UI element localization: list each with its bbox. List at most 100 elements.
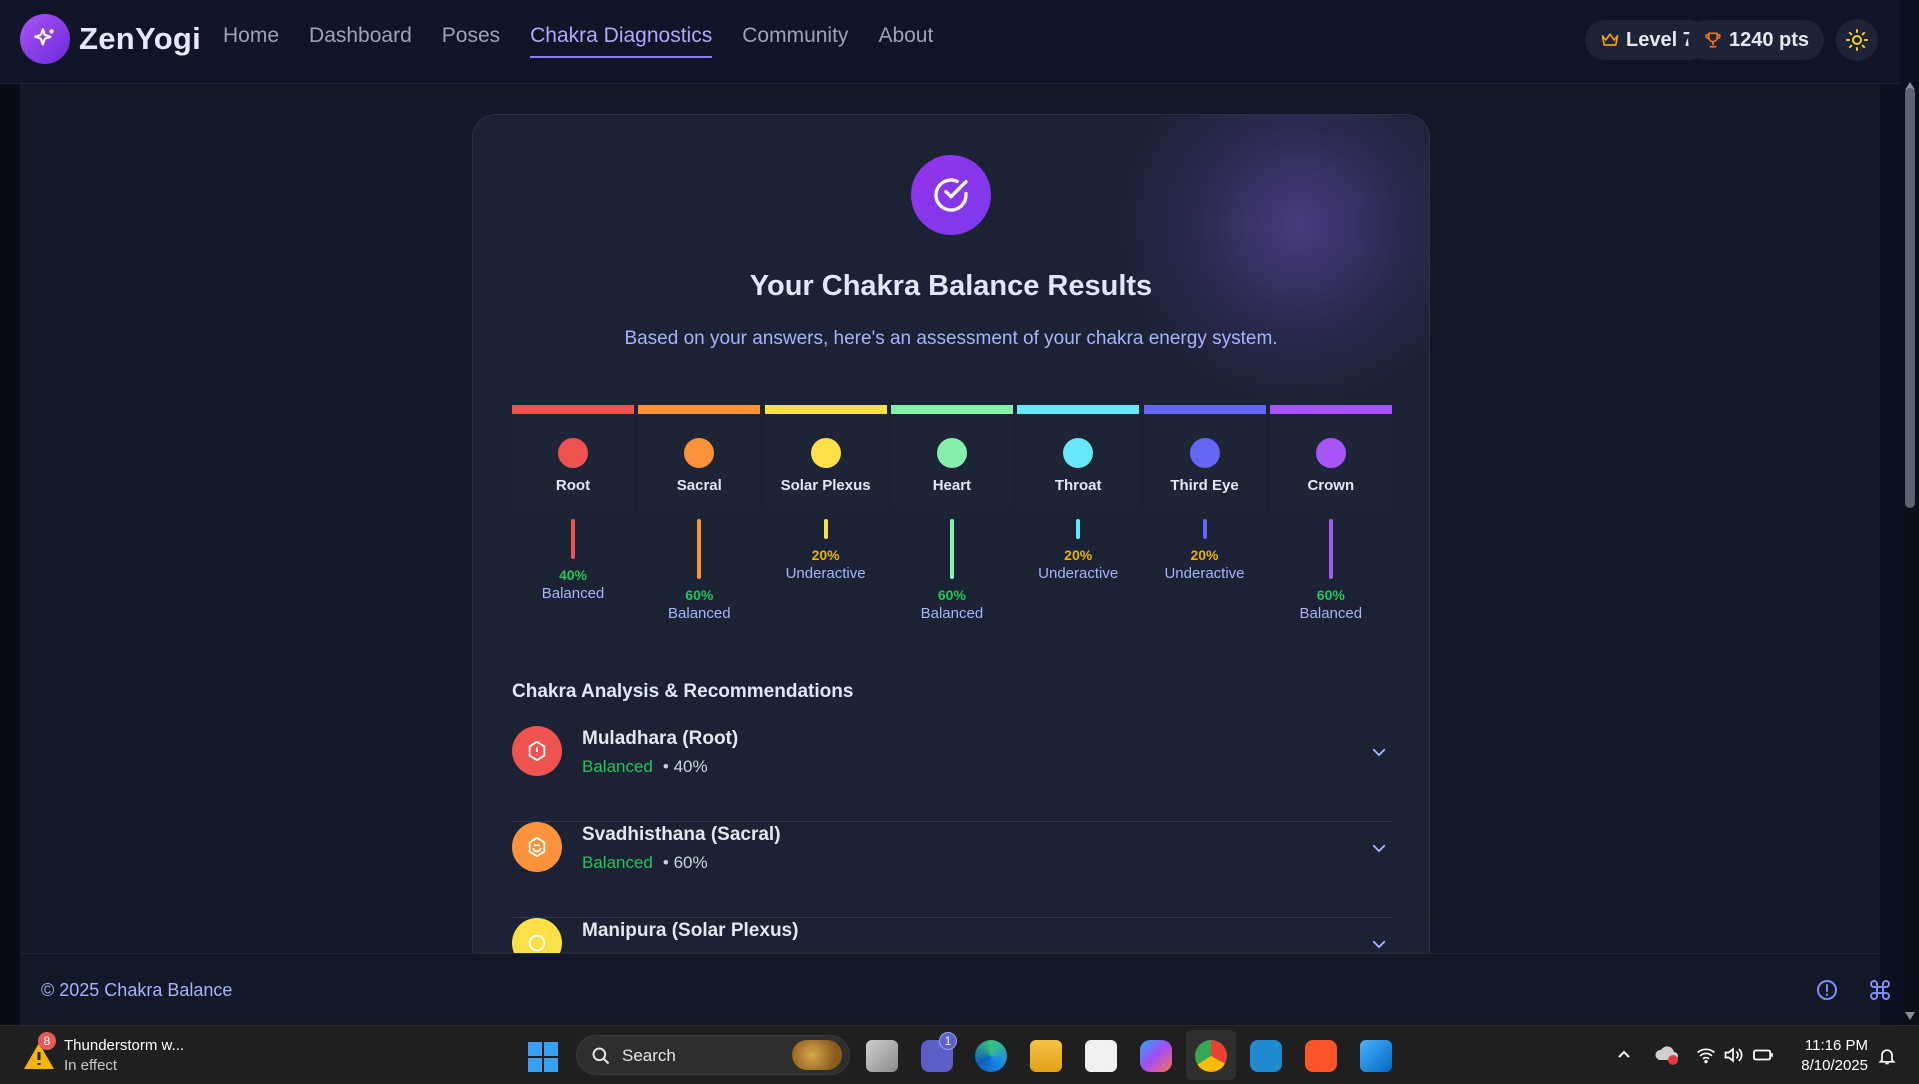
- sparkle-logo-icon[interactable]: [20, 14, 70, 64]
- chakra-percent: 40%: [558, 567, 588, 583]
- analysis-item[interactable]: Svadhisthana (Sacral) Balanced • 60%: [512, 822, 1392, 918]
- chakra-status: Underactive: [785, 565, 866, 582]
- chakra-card[interactable]: Sacral: [638, 414, 761, 510]
- start-button[interactable]: [528, 1042, 558, 1072]
- chevron-up-icon[interactable]: [1616, 1046, 1632, 1062]
- chakra-dot: [558, 438, 588, 468]
- chakra-card[interactable]: Crown: [1269, 414, 1392, 510]
- nav-item-poses[interactable]: Poses: [442, 24, 500, 58]
- chakra-color-bar: [1143, 405, 1266, 414]
- chakra-level-bar: [571, 519, 575, 559]
- chakra-dot: [936, 438, 967, 468]
- nav-item-home[interactable]: Home: [223, 24, 279, 58]
- chakra-color-bar: [512, 405, 634, 414]
- chevron-down-icon[interactable]: [1370, 935, 1388, 953]
- volume-icon[interactable]: [1723, 1046, 1743, 1064]
- chakra-card[interactable]: Root: [512, 414, 634, 510]
- analysis-item-percent: • 40%: [662, 757, 708, 776]
- chakra-status: Balanced: [668, 605, 731, 622]
- analysis-item[interactable]: Muladhara (Root) Balanced • 40%: [512, 726, 1392, 822]
- windows-taskbar: 8 Thunderstorm w... In effect Search 1 1…: [0, 1025, 1919, 1084]
- command-icon[interactable]: [1868, 978, 1892, 1002]
- theme-toggle-button[interactable]: [1836, 19, 1878, 61]
- chevron-down-icon[interactable]: [1370, 839, 1388, 857]
- chakra-dot: [1315, 438, 1346, 468]
- search-icon: [592, 1047, 610, 1065]
- points-badge[interactable]: 1240 pts: [1688, 20, 1825, 60]
- chakra-percent: 60%: [937, 587, 966, 603]
- brave-icon[interactable]: [1305, 1040, 1337, 1072]
- nav-item-dashboard[interactable]: Dashboard: [309, 24, 412, 58]
- chakra-color-bar: [638, 405, 761, 414]
- chevron-down-icon[interactable]: [1370, 743, 1388, 761]
- nav-item-chakra-diagnostics[interactable]: Chakra Diagnostics: [530, 24, 713, 58]
- chakra-level-bar: [823, 519, 828, 539]
- chakra-name: Crown: [1307, 477, 1355, 494]
- analysis-item-percent: • 60%: [662, 853, 708, 872]
- chakra-card[interactable]: Third Eye: [1143, 414, 1266, 510]
- clock-time: 11:16 PM: [1804, 1037, 1868, 1054]
- chakra-level-bar: [949, 519, 954, 579]
- chakra-column-root: Root 40% Balanced: [512, 405, 634, 645]
- chakra-status: Balanced: [1299, 605, 1363, 622]
- brand-name[interactable]: ZenYogi: [79, 21, 201, 57]
- store-icon[interactable]: [1085, 1040, 1117, 1072]
- chakra-card[interactable]: Solar Plexus: [764, 414, 887, 510]
- check-circle-icon: [911, 155, 991, 235]
- wifi-icon[interactable]: [1696, 1046, 1716, 1064]
- clock[interactable]: 11:16 PM 8/10/2025: [1790, 1036, 1868, 1076]
- task-view-icon[interactable]: [866, 1040, 898, 1072]
- chakra-overview: Root 40% Balanced Sacral 60% Balanced So…: [512, 405, 1392, 645]
- chakra-percent: 20%: [1190, 547, 1219, 563]
- photos-icon[interactable]: [1360, 1040, 1392, 1072]
- weather-title: Thunderstorm w...: [64, 1037, 185, 1054]
- chakra-name: Solar Plexus: [780, 477, 871, 494]
- chakra-card[interactable]: Throat: [1017, 414, 1140, 510]
- chakra-color-bar: [1017, 405, 1140, 414]
- chakra-level-bar: [1328, 519, 1333, 579]
- scrollbar-thumb[interactable]: [1905, 88, 1915, 508]
- analysis-item-name: Muladhara (Root): [582, 728, 739, 749]
- chakra-level-bar: [1202, 519, 1207, 539]
- sacral-chakra-icon: [512, 822, 562, 872]
- weather-subtitle: In effect: [64, 1057, 118, 1074]
- copilot-icon[interactable]: [1140, 1040, 1172, 1072]
- nav-item-community[interactable]: Community: [742, 24, 848, 58]
- crown-icon: [1601, 33, 1619, 46]
- footer: © 2025 Chakra Balance: [20, 953, 1890, 1025]
- teams-icon[interactable]: 1: [921, 1032, 957, 1072]
- onedrive-icon[interactable]: [1654, 1044, 1680, 1066]
- chrome-active-tab[interactable]: [1186, 1030, 1236, 1080]
- chakra-column-sacral: Sacral 60% Balanced: [638, 405, 761, 645]
- file-explorer-icon[interactable]: [1030, 1040, 1062, 1072]
- analysis-item[interactable]: Manipura (Solar Plexus): [512, 918, 1392, 953]
- chakra-color-bar: [764, 405, 887, 414]
- vscode-icon[interactable]: [1250, 1040, 1282, 1072]
- chakra-dot: [684, 438, 715, 468]
- chakra-status: Underactive: [1038, 565, 1119, 582]
- info-icon[interactable]: [1815, 978, 1839, 1002]
- chakra-name: Throat: [1054, 477, 1102, 494]
- solar-plexus-chakra-icon: [512, 918, 562, 953]
- chakra-percent: 60%: [685, 587, 714, 603]
- taskbar-search[interactable]: Search: [576, 1035, 850, 1075]
- notifications-icon[interactable]: [1877, 1046, 1897, 1066]
- page-scrollbar[interactable]: [1900, 82, 1919, 1025]
- teams-badge: 1: [939, 1032, 957, 1050]
- top-navbar: ZenYogi Home Dashboard Poses Chakra Diagnos…: [0, 0, 1900, 84]
- copyright-text: © 2025 Chakra Balance: [41, 980, 233, 1000]
- chakra-card[interactable]: Heart: [890, 414, 1013, 510]
- nav-item-about[interactable]: About: [878, 24, 933, 58]
- search-placeholder: Search: [622, 1046, 676, 1065]
- clock-date: 8/10/2025: [1801, 1057, 1868, 1074]
- chakra-dot: [1189, 438, 1220, 468]
- edge-icon[interactable]: [975, 1040, 1007, 1072]
- chakra-percent: 20%: [811, 547, 840, 563]
- scroll-down-icon[interactable]: [1905, 1012, 1915, 1020]
- main-content: Your Chakra Balance Results Based on you…: [20, 84, 1880, 953]
- chakra-color-bar: [1269, 405, 1392, 414]
- battery-icon[interactable]: [1752, 1046, 1774, 1064]
- rail: [0, 84, 20, 1025]
- lion-search-highlight-icon: [792, 1040, 842, 1070]
- chakra-name: Third Eye: [1170, 477, 1239, 494]
